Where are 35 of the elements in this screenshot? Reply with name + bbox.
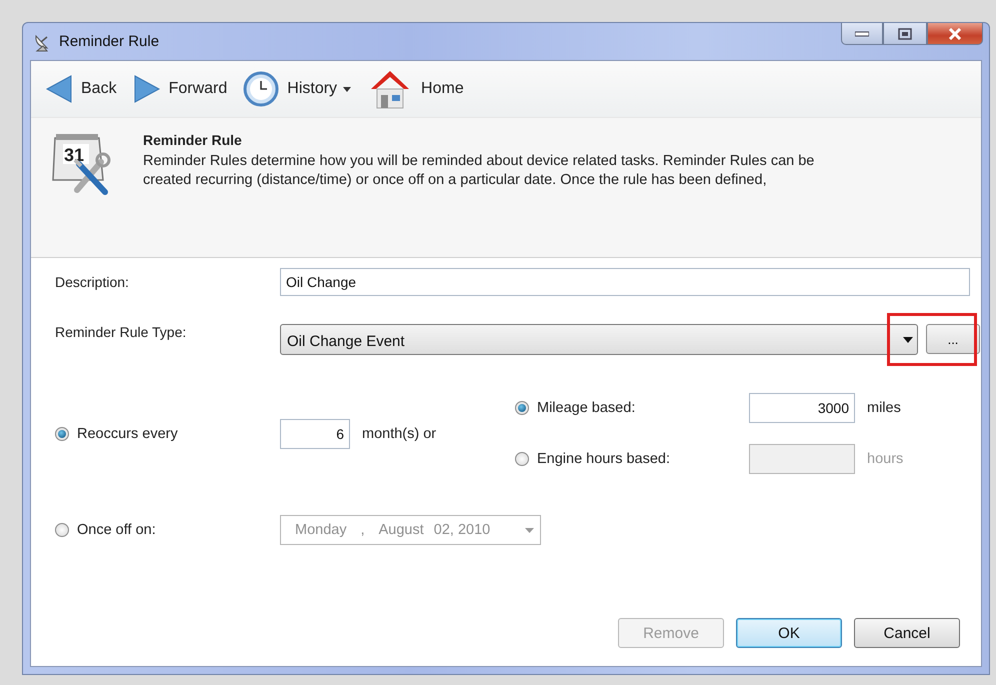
- minimize-icon: [855, 30, 869, 36]
- maximize-button[interactable]: [883, 23, 927, 45]
- clock-icon: [243, 71, 280, 107]
- radio-option[interactable]: Mileage based:: [515, 400, 636, 416]
- toolbar-button[interactable]: Forward: [128, 72, 232, 106]
- radio-option[interactable]: Reoccurs every: [55, 426, 178, 442]
- dropdown-arrow-icon: [903, 336, 913, 342]
- close-icon: [948, 28, 962, 40]
- header-title: Reminder Rule: [143, 132, 243, 148]
- caret-icon: [343, 86, 352, 92]
- close-button[interactable]: [927, 23, 983, 45]
- minimize-button[interactable]: [841, 23, 883, 45]
- toolbar-button[interactable]: Home: [363, 66, 468, 112]
- toolbar-button[interactable]: History: [239, 69, 356, 109]
- interval-field[interactable]: 6: [280, 418, 350, 448]
- back-arrow-icon: [45, 74, 73, 104]
- radio-option[interactable]: Once off on:: [55, 522, 156, 538]
- window-title: Reminder Rule: [59, 33, 160, 50]
- toolbar-button[interactable]: Back: [41, 72, 121, 106]
- dialog-button[interactable]: Cancel: [854, 618, 960, 648]
- unit-label: miles: [867, 400, 901, 416]
- calendar-date: 31: [64, 145, 84, 165]
- header-description: Reminder Rules determine how you will be reminded about device related tasks. Reminder Rules can be created recurring (distance/time) or once off on a particular date. Once the rule has been defined,: [143, 152, 816, 190]
- basis-field[interactable]: 3000: [749, 393, 855, 423]
- browse-button[interactable]: ...: [926, 324, 980, 354]
- dropdown-arrow-icon: [525, 528, 534, 532]
- field-label: Reminder Rule Type:: [55, 324, 188, 340]
- description-field[interactable]: Oil Change: [280, 268, 970, 296]
- rule-type-dropdown[interactable]: Oil Change Event: [280, 324, 918, 355]
- forward-arrow-icon: [132, 74, 161, 104]
- dialog-button[interactable]: OK: [736, 618, 842, 648]
- field-label: Description:: [55, 274, 130, 290]
- maximize-icon: [898, 28, 912, 40]
- unit-label: hours: [867, 451, 904, 467]
- unit-label: month(s) or: [362, 426, 436, 442]
